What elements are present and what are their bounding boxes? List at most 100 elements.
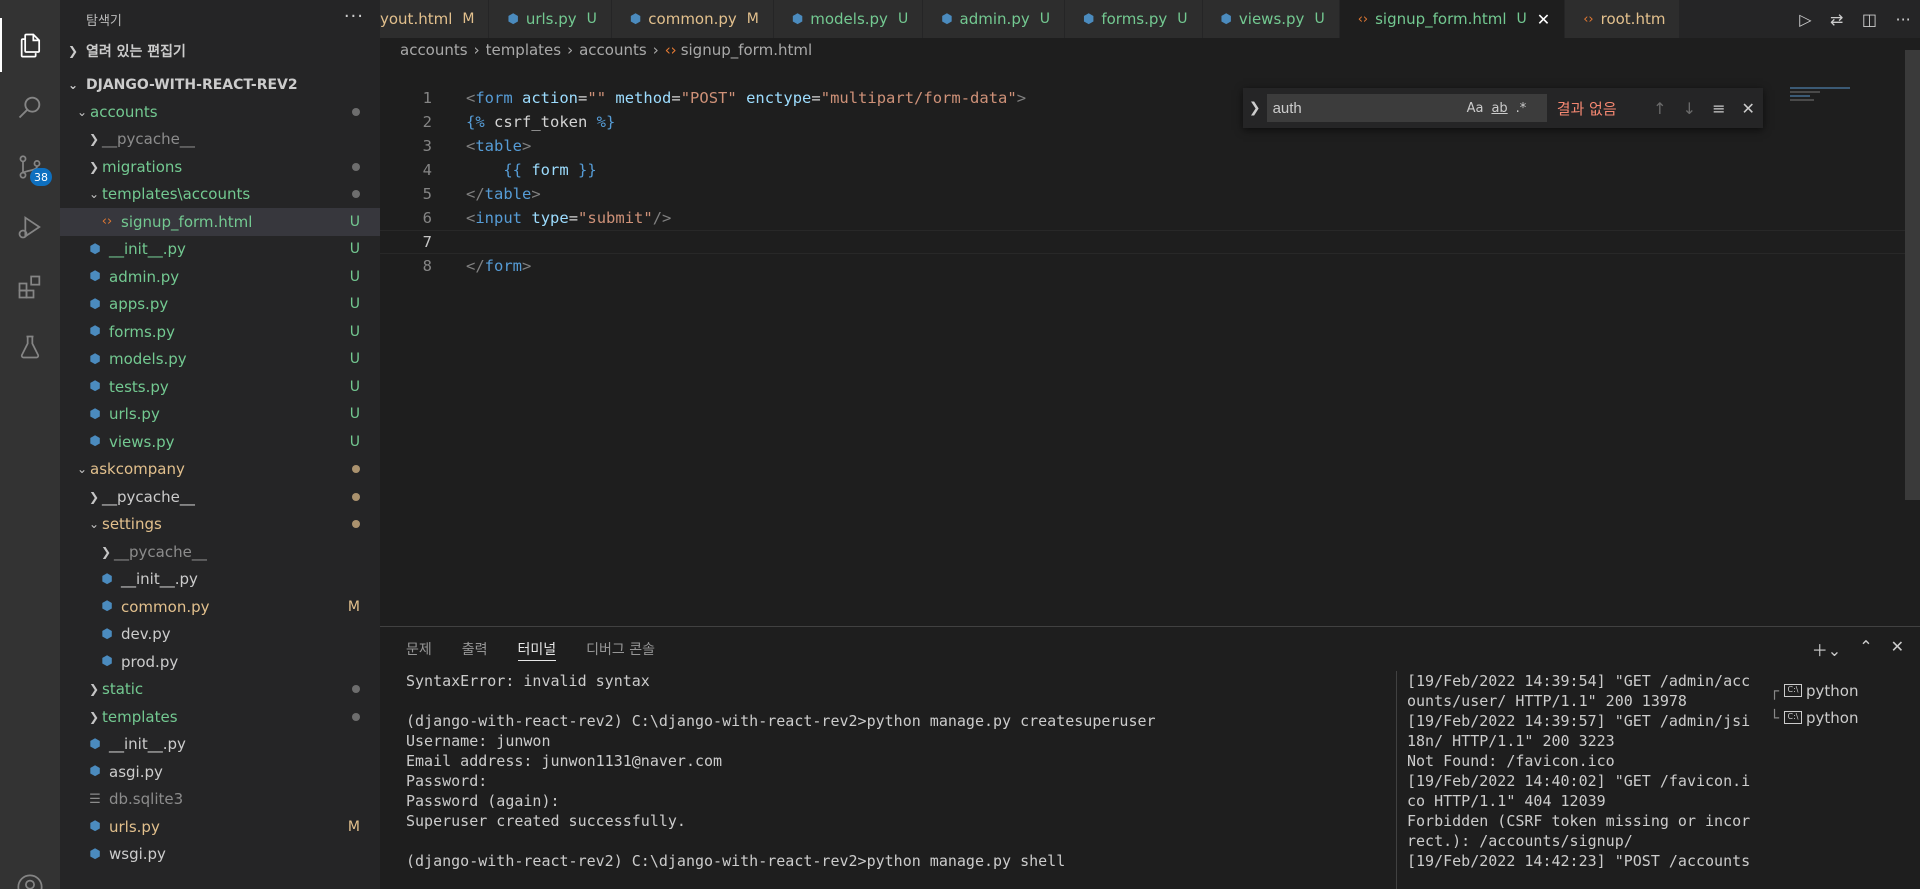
minimap[interactable] — [1790, 86, 1900, 106]
split-editor-icon[interactable]: ◫ — [1862, 10, 1877, 29]
tab-label: signup_form.html — [1375, 10, 1507, 28]
code-line[interactable]: 3 <table> — [380, 134, 1920, 158]
editor-tab[interactable]: ‹› root.htm — [1565, 0, 1681, 38]
panel-tab[interactable]: 터미널 — [517, 637, 557, 661]
tree-item[interactable]: ⬢ dev.py — [60, 621, 380, 649]
tree-item[interactable]: ❯ static — [60, 676, 380, 704]
terminal-output[interactable]: SyntaxError: invalid syntax (django-with… — [406, 671, 1376, 871]
run-icon[interactable]: ▷ — [1799, 10, 1811, 29]
breadcrumb-item[interactable]: templates — [486, 41, 562, 59]
tab-label: views.py — [1238, 10, 1305, 28]
code-line[interactable]: 8 </form> — [380, 254, 1920, 278]
testing-icon[interactable] — [0, 320, 60, 374]
tree-item[interactable]: ⌄ settings — [60, 511, 380, 539]
editor-tab[interactable]: ⬢ forms.py U — [1064, 0, 1203, 38]
close-icon[interactable]: ✕ — [1891, 637, 1904, 661]
tree-item[interactable]: ⬢ tests.py U — [60, 373, 380, 401]
tree-item[interactable]: ⬢ asgi.py — [60, 758, 380, 786]
tab-label: urls.py — [525, 10, 577, 28]
tree-item[interactable]: ⬢ __init__.py — [60, 566, 380, 594]
more-actions-icon[interactable]: ··· — [1895, 10, 1910, 29]
arrow-up-icon[interactable]: ↑ — [1645, 99, 1674, 118]
code-text: </table> — [466, 185, 541, 203]
match-word-icon[interactable]: ab — [1491, 101, 1507, 116]
code-line[interactable]: 5 </table> — [380, 182, 1920, 206]
python-file-icon: ⬢ — [629, 11, 642, 27]
tree-item[interactable]: ⬢ urls.py U — [60, 401, 380, 429]
breadcrumb-item[interactable]: accounts — [579, 41, 647, 59]
tree-item-label: __init__.py — [121, 570, 198, 589]
account-icon[interactable] — [0, 860, 60, 889]
tree-item[interactable]: ❯ templates — [60, 703, 380, 731]
terminal-output-split[interactable]: [19/Feb/2022 14:39:54] "GET /admin/acc o… — [1396, 671, 1756, 889]
python-file-icon: ⬢ — [89, 846, 101, 862]
arrow-down-icon[interactable]: ↓ — [1675, 99, 1704, 118]
panel-tab[interactable]: 출력 — [462, 637, 488, 661]
find-input[interactable] — [1272, 99, 1463, 117]
tree-item[interactable]: ⬢ common.py M — [60, 593, 380, 621]
code-text: <table> — [466, 137, 532, 155]
tree-item[interactable]: ⬢ models.py U — [60, 346, 380, 374]
editor-tab[interactable]: ⬢ urls.py U — [489, 0, 612, 38]
terminal-list-item[interactable]: ┌ C:\ python — [1770, 677, 1920, 704]
close-icon[interactable]: ✕ — [1537, 10, 1550, 29]
code-line[interactable]: 7 — [380, 230, 1920, 254]
editor-tab[interactable]: yout.html M — [380, 0, 490, 38]
tree-item[interactable]: ⬢ apps.py U — [60, 291, 380, 319]
new-terminal-icon[interactable]: ＋⌄ — [1812, 637, 1841, 661]
run-debug-icon[interactable] — [0, 200, 60, 254]
tree-item[interactable]: ☰ db.sqlite3 — [60, 786, 380, 814]
breadcrumb-item[interactable]: signup_form.html — [681, 41, 812, 59]
files-icon[interactable] — [0, 18, 60, 72]
tree-item[interactable]: ⌄ templates\accounts — [60, 181, 380, 209]
breadcrumb-item[interactable]: accounts — [400, 41, 468, 59]
tree-item[interactable]: ⬢ wsgi.py — [60, 841, 380, 869]
tab-label: root.htm — [1600, 10, 1666, 28]
tree-item-label: static — [102, 680, 144, 699]
toggle-replace-icon[interactable]: ❯ — [1243, 100, 1267, 116]
editor-tab[interactable]: ⬢ admin.py U — [923, 0, 1065, 38]
tree-item[interactable]: ⬢ __init__.py U — [60, 236, 380, 264]
tree-item[interactable]: ⌄ askcompany — [60, 456, 380, 484]
code-editor[interactable]: 1 <form action="" method="POST" enctype="… — [380, 86, 1920, 626]
tree-item[interactable]: ‹› signup_form.html U — [60, 208, 380, 236]
code-line[interactable]: 4 {{ form }} — [380, 158, 1920, 182]
tree-item[interactable]: ⬢ prod.py — [60, 648, 380, 676]
editor-tab[interactable]: ⬢ common.py M — [611, 0, 774, 38]
search-icon[interactable] — [0, 80, 60, 134]
regex-icon[interactable]: .* — [1516, 101, 1527, 116]
chevron-up-icon[interactable]: ⌃ — [1859, 637, 1872, 661]
open-editors-section[interactable]: ❯ 열려 있는 편집기 — [60, 38, 380, 64]
tree-item[interactable]: ⬢ urls.py M — [60, 813, 380, 841]
tree-item[interactable]: ⬢ forms.py U — [60, 318, 380, 346]
python-file-icon: ⬢ — [941, 11, 953, 27]
panel-tab[interactable]: 디버그 콘솔 — [586, 637, 655, 661]
editor-tab[interactable]: ‹› signup_form.html U ✕ — [1339, 0, 1566, 38]
code-line[interactable]: 6 <input type="submit"/> — [380, 206, 1920, 230]
source-control-icon[interactable]: 38 — [0, 140, 60, 194]
extensions-icon[interactable] — [0, 260, 60, 314]
compare-icon[interactable]: ⇄ — [1830, 10, 1843, 29]
editor-scrollbar[interactable] — [1905, 50, 1920, 500]
tree-item[interactable]: ⌄ accounts — [60, 98, 380, 126]
tree-item-label: dev.py — [121, 625, 171, 644]
find-input-box: Aa ab .* — [1266, 94, 1547, 122]
tree-item[interactable]: ❯ __pycache__ — [60, 538, 380, 566]
terminal-list-item[interactable]: └ C:\ python — [1770, 704, 1920, 731]
tree-item[interactable]: ❯ __pycache__ — [60, 126, 380, 154]
close-icon[interactable]: ✕ — [1734, 99, 1763, 118]
panel-tab[interactable]: 문제 — [406, 637, 432, 661]
tree-item[interactable]: ⬢ admin.py U — [60, 263, 380, 291]
tree-item[interactable]: ❯ __pycache__ — [60, 483, 380, 511]
match-case-icon[interactable]: Aa — [1467, 101, 1484, 116]
more-actions-icon[interactable]: ··· — [344, 6, 364, 27]
project-section[interactable]: ⌄ DJANGO-WITH-REACT-REV2 — [60, 72, 380, 98]
editor-tab[interactable]: ⬢ models.py U — [773, 0, 924, 38]
tree-item[interactable]: ⬢ __init__.py — [60, 731, 380, 759]
editor-tab[interactable]: ⬢ views.py U — [1202, 0, 1340, 38]
tab-git-badge: U — [586, 11, 597, 27]
tree-item[interactable]: ⬢ views.py U — [60, 428, 380, 456]
tree-item-label: __pycache__ — [102, 130, 195, 149]
tree-item[interactable]: ❯ migrations — [60, 153, 380, 181]
find-in-selection-icon[interactable]: ≡ — [1704, 99, 1733, 118]
